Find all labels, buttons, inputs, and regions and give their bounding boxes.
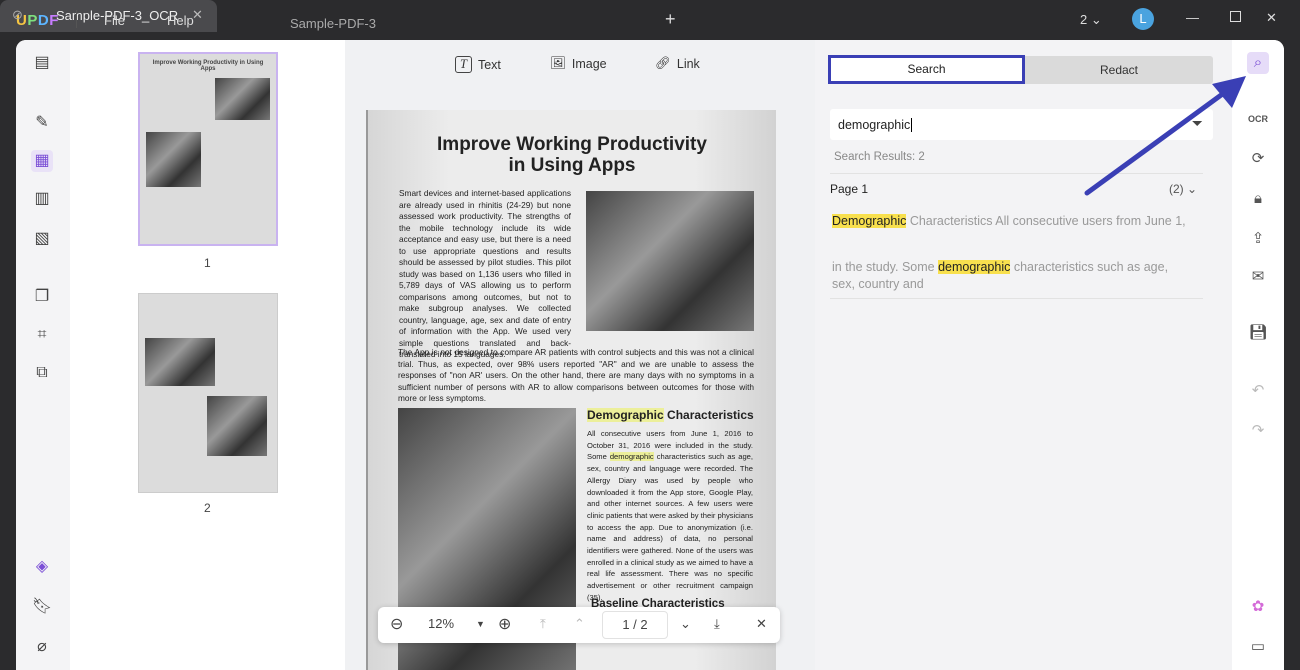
annotation-arrow xyxy=(1084,76,1246,196)
